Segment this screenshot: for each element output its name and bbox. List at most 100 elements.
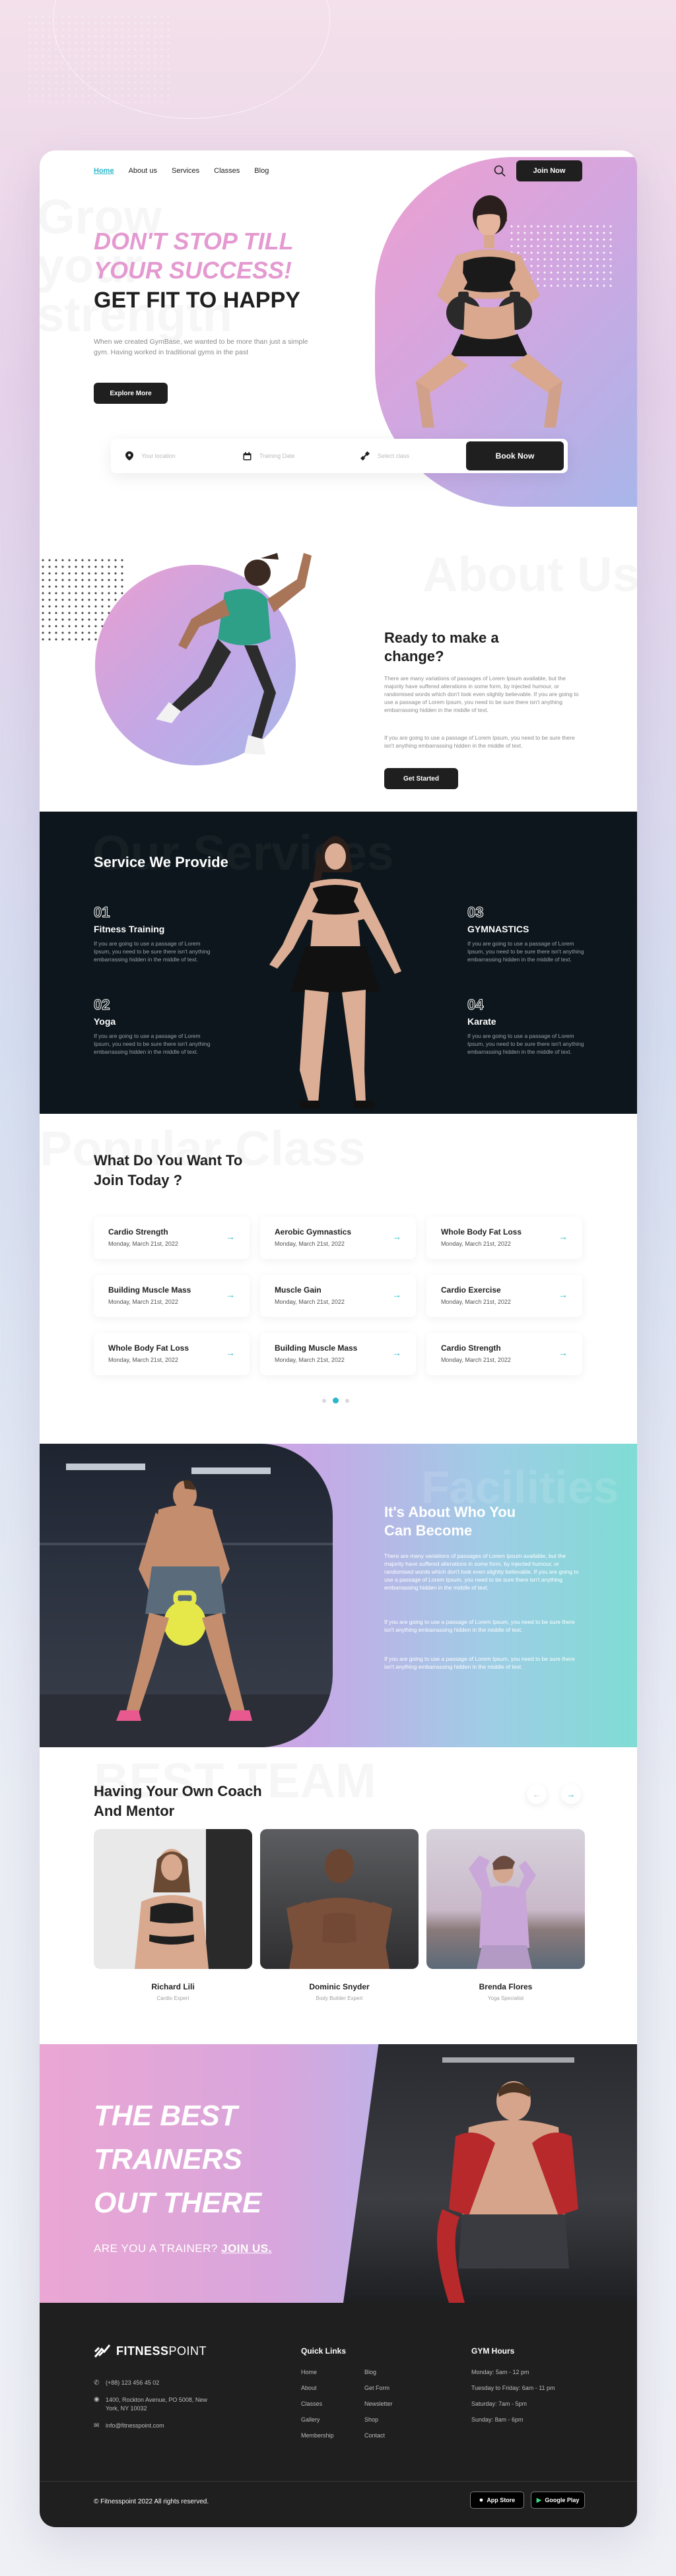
service-item-fitness-training[interactable]: 01 Fitness Training If you are going to … bbox=[94, 904, 213, 963]
service-item-yoga[interactable]: 02 Yoga If you are going to use a passag… bbox=[94, 996, 213, 1056]
class-card-8[interactable]: Building Muscle Mass Monday, March 21st,… bbox=[260, 1333, 416, 1375]
apple-icon: ● bbox=[479, 2496, 484, 2504]
class-card-1[interactable]: Cardio Strength Monday, March 21st, 2022… bbox=[94, 1217, 250, 1259]
arrow-right-icon[interactable]: → bbox=[558, 1347, 568, 1358]
hero-line-1: DON'T STOP TILL bbox=[94, 228, 294, 255]
pagination-dot[interactable] bbox=[322, 1398, 326, 1403]
class-card-2[interactable]: Aerobic Gymnastics Monday, March 21st, 2… bbox=[260, 1217, 416, 1259]
footer-link-home[interactable]: Home bbox=[301, 2369, 364, 2375]
footer-link-shop[interactable]: Shop bbox=[364, 2416, 428, 2423]
arrow-right-icon[interactable]: → bbox=[226, 1347, 235, 1358]
nav-services[interactable]: Services bbox=[172, 167, 199, 175]
arrow-right-icon[interactable]: → bbox=[226, 1231, 235, 1242]
arrow-left-icon: ← bbox=[532, 1789, 541, 1799]
team-member-photo bbox=[94, 1829, 252, 1969]
arrow-right-icon[interactable]: → bbox=[558, 1289, 568, 1300]
footer-brand[interactable]: FITNESS POINT bbox=[94, 2344, 207, 2358]
background-dots bbox=[26, 13, 172, 106]
facilities-paragraph-2: If you are going to use a passage of Lor… bbox=[384, 1619, 575, 1633]
nav-home[interactable]: Home bbox=[94, 167, 114, 175]
class-card-4[interactable]: Building Muscle Mass Monday, March 21st,… bbox=[94, 1275, 250, 1317]
pagination-dot-active[interactable] bbox=[333, 1398, 339, 1403]
google-play-badge[interactable]: ▶ Google Play bbox=[531, 2492, 585, 2509]
footer-link-membership[interactable]: Membership bbox=[301, 2432, 364, 2439]
facilities-gym-image bbox=[40, 1444, 333, 1747]
footer-email-row: ✉ info@fitnesspoint.com bbox=[94, 2422, 164, 2430]
arrow-right-icon[interactable]: → bbox=[392, 1289, 401, 1300]
footer-link-newsletter[interactable]: Newsletter bbox=[364, 2400, 428, 2407]
main-nav: Home About us Services Classes Blog bbox=[94, 167, 283, 175]
class-field[interactable]: Select class bbox=[360, 449, 459, 463]
footer-gym-hours: GYM Hours Monday: 5am - 12 pm Tuesday to… bbox=[471, 2346, 555, 2423]
gym-athlete-illustration bbox=[40, 1464, 333, 1747]
explore-more-button[interactable]: Explore More bbox=[94, 383, 168, 404]
arrow-right-icon[interactable]: → bbox=[392, 1347, 401, 1358]
class-card-6[interactable]: Cardio Exercise Monday, March 21st, 2022… bbox=[426, 1275, 582, 1317]
about-title: Ready to make a change? bbox=[384, 629, 499, 664]
class-card-5[interactable]: Muscle Gain Monday, March 21st, 2022 → bbox=[260, 1275, 416, 1317]
trainers-banner: THE BEST TRAINERS OUT THERE ARE YOU A TR… bbox=[40, 2044, 637, 2303]
facilities-section: Facilities It's About Who You Can Become… bbox=[40, 1444, 637, 1747]
service-item-gymnastics[interactable]: 03 GYMNASTICS If you are going to use a … bbox=[467, 904, 586, 963]
arrow-right-icon[interactable]: → bbox=[392, 1231, 401, 1242]
footer-link-about[interactable]: About bbox=[301, 2385, 364, 2391]
footer-contact: ✆ (+88) 123 456 45 02 ◉ 1400, Rockton Av… bbox=[94, 2379, 239, 2430]
get-started-button[interactable]: Get Started bbox=[384, 768, 458, 789]
join-us-link[interactable]: JOIN US. bbox=[221, 2242, 272, 2255]
join-now-button[interactable]: Join Now bbox=[516, 160, 582, 181]
team-member-card[interactable]: Richard Lili Cardio Expert bbox=[94, 1829, 252, 2001]
about-runner-image bbox=[156, 553, 312, 755]
search-icon[interactable] bbox=[493, 164, 506, 177]
pagination-dot[interactable] bbox=[345, 1398, 349, 1403]
app-store-badge[interactable]: ● App Store bbox=[470, 2492, 524, 2509]
service-item-karate[interactable]: 04 Karate If you are going to use a pass… bbox=[467, 996, 586, 1056]
class-card-9[interactable]: Cardio Strength Monday, March 21st, 2022… bbox=[426, 1333, 582, 1375]
footer: FITNESS POINT ✆ (+88) 123 456 45 02 ◉ 14… bbox=[40, 2303, 637, 2527]
team-member-card[interactable]: Brenda Flores Yoga Specialist bbox=[426, 1829, 585, 2001]
map-pin-icon: ◉ bbox=[94, 2396, 100, 2403]
nav-blog[interactable]: Blog bbox=[254, 167, 269, 175]
footer-link-get-form[interactable]: Get Form bbox=[364, 2385, 428, 2391]
hero-headline: DON'T STOP TILL YOUR SUCCESS! GET FIT TO… bbox=[94, 227, 371, 315]
calendar-icon bbox=[243, 451, 252, 460]
play-icon: ▶ bbox=[536, 2496, 542, 2504]
class-placeholder: Select class bbox=[378, 453, 410, 459]
location-pin-icon bbox=[125, 451, 133, 461]
footer-quick-links: Quick Links Home About Classes Gallery M… bbox=[301, 2346, 433, 2448]
hero-description: When we created GymBase, we wanted to be… bbox=[94, 338, 308, 356]
book-now-button[interactable]: Book Now bbox=[466, 441, 564, 470]
services-section: Our Services Service We Provide 01 Fitne… bbox=[40, 812, 637, 1114]
location-field[interactable]: Your location bbox=[125, 449, 224, 463]
class-card-3[interactable]: Whole Body Fat Loss Monday, March 21st, … bbox=[426, 1217, 582, 1259]
dumbbell-icon bbox=[360, 451, 370, 461]
team-section: BEST TEAM Having Your Own Coach And Ment… bbox=[40, 1747, 637, 2044]
date-field[interactable]: Training Date bbox=[243, 449, 342, 463]
team-prev-button[interactable]: ← bbox=[527, 1784, 547, 1804]
phone-icon: ✆ bbox=[94, 2379, 100, 2387]
hero-line-2: YOUR SUCCESS! bbox=[94, 257, 292, 284]
location-placeholder: Your location bbox=[141, 453, 176, 459]
trainers-image bbox=[343, 2044, 637, 2303]
services-athlete-image bbox=[269, 836, 401, 1109]
arrow-right-icon[interactable]: → bbox=[226, 1289, 235, 1300]
team-member-card[interactable]: Dominic Snyder Body Builder Expert bbox=[260, 1829, 419, 2001]
footer-link-gallery[interactable]: Gallery bbox=[301, 2416, 364, 2423]
team-member-photo bbox=[260, 1829, 419, 1969]
footer-link-blog[interactable]: Blog bbox=[364, 2369, 428, 2375]
facilities-title: It's About Who You Can Become bbox=[384, 1504, 516, 1539]
nav-about-us[interactable]: About us bbox=[129, 167, 157, 175]
hero-athlete-image bbox=[416, 195, 562, 428]
trainers-headline: THE BEST TRAINERS OUT THERE bbox=[94, 2100, 262, 2219]
arrow-right-icon[interactable]: → bbox=[558, 1231, 568, 1242]
footer-link-classes[interactable]: Classes bbox=[301, 2400, 364, 2407]
footer-link-contact[interactable]: Contact bbox=[364, 2432, 428, 2439]
nav-classes[interactable]: Classes bbox=[214, 167, 240, 175]
footer-copyright: © Fitnesspoint 2022 All rights reserved. bbox=[94, 2498, 209, 2505]
classes-section: Popular Class What Do You Want To Join T… bbox=[40, 1114, 637, 1444]
facilities-paragraph-3: If you are going to use a passage of Lor… bbox=[384, 1656, 575, 1670]
team-member-photo bbox=[426, 1829, 585, 1969]
classes-title: What Do You Want To Join Today ? bbox=[94, 1152, 243, 1188]
facilities-paragraph-1: There are many variations of passages of… bbox=[384, 1553, 579, 1591]
class-card-7[interactable]: Whole Body Fat Loss Monday, March 21st, … bbox=[94, 1333, 250, 1375]
team-next-button[interactable]: → bbox=[561, 1784, 581, 1804]
